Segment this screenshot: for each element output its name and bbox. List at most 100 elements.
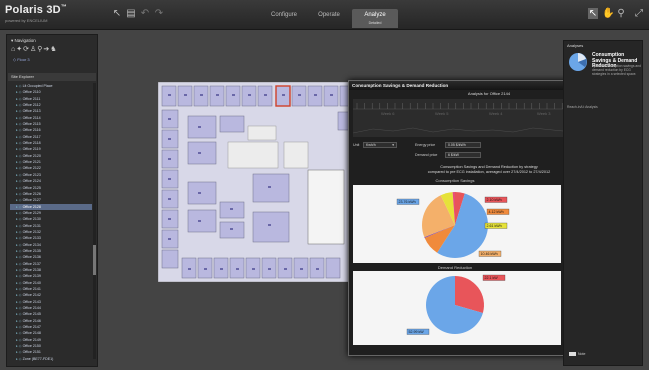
energy-price-input[interactable]: 0.05 $/kWh <box>445 142 481 148</box>
orbit-icon[interactable]: ⟳ <box>23 46 30 53</box>
tree-node-icon: ▸ ◇ <box>16 306 22 311</box>
tree-item-label: Office 2114 <box>22 115 41 120</box>
analysis-link[interactable]: Reach-in/Lt Analysis <box>567 105 598 109</box>
analysis-description: Special consumption savings and demand r… <box>592 64 641 76</box>
tree-node-icon: ▸ ◇ <box>16 172 22 177</box>
demand-pie[interactable]: 22.1 kW 52.99 kW <box>353 271 561 345</box>
site-explorer-header[interactable]: Site Explorer <box>8 73 96 81</box>
tree-item-label: Office 2145 <box>22 312 41 317</box>
tree-node-icon: ▸ ◇ <box>16 128 22 133</box>
pie-data-label: 2.10 kWh <box>484 196 508 203</box>
unit-select[interactable]: Kwh/h ▾ <box>363 142 397 148</box>
chevron-down-icon: ▾ <box>392 143 394 147</box>
tree-item-label: Office 2149 <box>22 337 41 342</box>
tree-item-label: Office 2144 <box>22 306 41 311</box>
tab-analyze-label: Analyze <box>364 12 386 18</box>
floor-selector[interactable]: ◇ Floor 3 <box>13 57 30 62</box>
hand-icon[interactable]: ✋ <box>602 8 614 19</box>
tree-item-label: Office 2128 <box>22 204 41 209</box>
tree-node-icon: ▸ ◇ <box>16 261 22 266</box>
week-6-label[interactable]: Week 6 <box>381 111 395 116</box>
tree-node-icon: ▸ ◇ <box>16 153 22 158</box>
tree-item-label: Office 2132 <box>22 229 41 234</box>
pie-data-label: 10.46 kWh <box>478 250 502 257</box>
tab-analyze-sub: Detailed <box>368 21 382 25</box>
app-logo: Polaris 3D™ <box>5 4 68 16</box>
pie-chart-icon[interactable] <box>567 51 589 73</box>
document-icon[interactable]: ▤ <box>126 8 136 19</box>
tree-item-label: Office 2130 <box>22 217 41 222</box>
tree-node-icon: ▸ ◇ <box>16 166 22 171</box>
pie-data-label: 2.61 kWh <box>484 222 508 229</box>
tree-node-icon: ▸ ◇ <box>16 217 22 222</box>
tab-configure[interactable]: Configure <box>266 9 302 28</box>
undo-icon[interactable]: ↶ <box>140 8 150 19</box>
pointer-icon[interactable]: ↖ <box>112 8 122 19</box>
tree-item-label: Office 2143 <box>22 299 41 304</box>
week-5-label[interactable]: Week 5 <box>435 111 449 116</box>
tree-item-label: Office 2137 <box>22 261 41 266</box>
note-legend: Note <box>569 352 586 357</box>
tree-item-label: Office 2126 <box>22 191 41 196</box>
pie-data-label: 52.99 kW <box>406 328 430 335</box>
tree-node-icon: ▸ ◇ <box>16 267 22 272</box>
tree-node-icon: ▸ ◇ <box>16 210 22 215</box>
tree-node-icon: ▸ ◇ <box>16 356 22 361</box>
tree-node-icon: ▸ ◇ <box>16 96 22 101</box>
tree-node-icon: ▸ ◇ <box>16 287 22 291</box>
tab-operate[interactable]: Operate <box>312 9 346 28</box>
consumption-chart-pane: 23.76 kWh 2.10 kWh 4.12 kWh 2.61 kWh 10.46 k… <box>353 185 561 263</box>
tree-item-label: Lit Occupied Place <box>22 84 53 88</box>
tree-item-label: Office 2116 <box>22 128 41 133</box>
consumption-section-title: Consumption Savings <box>435 178 475 183</box>
note-label: Note <box>578 352 586 356</box>
svg-text:22.1 kW: 22.1 kW <box>485 276 499 280</box>
tree-item-label: Office 2131 <box>22 223 41 228</box>
demand-price-input[interactable]: 6 $/kW <box>445 152 481 158</box>
unit-value: Kwh/h <box>366 143 376 147</box>
consumption-pie[interactable]: 23.76 kWh 2.10 kWh 4.12 kWh 2.61 kWh 10.46 k… <box>353 185 561 263</box>
tree-item-label: Zone (BE77-FDE1) <box>22 356 54 361</box>
week-4-label[interactable]: Week 4 <box>489 111 503 116</box>
demand-section-title: Demand Reduction <box>437 265 473 270</box>
tree-item-label: Office 2122 <box>22 166 41 171</box>
tree-node-icon: ▸ ◇ <box>16 318 22 323</box>
select-icon[interactable]: ↖ <box>588 8 598 19</box>
energy-price-label: Energy price <box>415 143 436 147</box>
tree-node-icon: ▸ ◇ <box>16 109 22 114</box>
navigation-title[interactable]: ▾ Navigation <box>11 38 36 44</box>
svg-text:52.99 kW: 52.99 kW <box>409 330 425 334</box>
tree-item-label: Office 2124 <box>22 179 41 184</box>
tree-node-icon: ▸ ◇ <box>16 312 22 317</box>
tab-analyze[interactable]: Analyze Detailed <box>352 9 398 28</box>
tree-item-label: Office 2134 <box>22 242 41 247</box>
tree-scroll-thumb[interactable] <box>93 245 96 275</box>
tree-item-label: Office 2141 <box>22 287 41 291</box>
binoculars-icon[interactable]: ♞ <box>50 46 57 53</box>
tree-node-icon: ▸ ◇ <box>16 147 22 152</box>
tree-item-label: Office 2113 <box>22 109 41 114</box>
navigation-tools: ⌂✦⟳♙⚲➔♞ <box>11 45 58 53</box>
tree-node-icon: ▸ ◇ <box>16 299 22 304</box>
tree-node-icon: ▸ ◇ <box>16 179 22 184</box>
redo-icon[interactable]: ↷ <box>154 8 164 19</box>
pie-data-label: 22.1 kW <box>482 274 506 281</box>
tree-node-icon: ▸ ◇ <box>16 293 22 298</box>
tree-item-label: Office 2115 <box>22 122 41 127</box>
tree-node-icon: ▸ ◇ <box>16 198 22 203</box>
tree-node-icon: ▸ ◇ <box>16 122 22 127</box>
zoom-icon[interactable]: ⚲ <box>616 8 626 19</box>
tree-node-icon: ▸ ◇ <box>16 248 22 253</box>
svg-text:2.61 kWh: 2.61 kWh <box>487 224 502 228</box>
tree-node-icon: ▸ ◇ <box>16 242 22 247</box>
demand-price-label: Demand price <box>415 153 438 157</box>
tree-node-icon: ▸ ◇ <box>16 255 22 260</box>
tree-item-label: Office 2139 <box>22 274 41 279</box>
tree-scrollbar[interactable] <box>93 83 96 359</box>
week-3-label[interactable]: Week 3 <box>537 111 551 116</box>
tree-item-label: Office 2117 <box>22 134 41 139</box>
tree-item[interactable]: ▸ ◇Zone (BE77-FDE4) <box>10 362 92 363</box>
tree-item-label: Office 2127 <box>22 198 41 203</box>
expand-icon[interactable]: ⤢ <box>634 8 644 19</box>
tree-node-icon: ▸ ◇ <box>16 84 22 88</box>
